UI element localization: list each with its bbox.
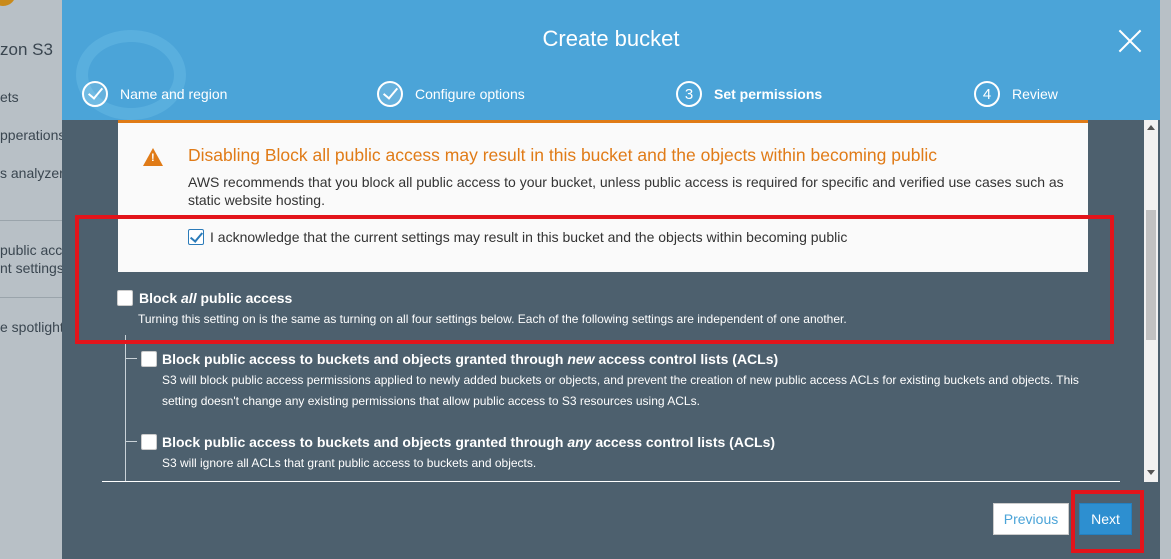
warning-icon: ! xyxy=(143,148,163,166)
check-circle-icon xyxy=(82,81,108,107)
background-sidebar: zon S3 ets pperations s analyzer public … xyxy=(0,0,70,559)
background-divider xyxy=(0,220,62,221)
background-nav-item[interactable]: ets xyxy=(0,89,19,105)
background-nav-item[interactable]: pperations xyxy=(0,127,65,143)
settings-tree-tick xyxy=(125,441,137,442)
step-number: 4 xyxy=(974,81,1000,107)
background-nav-item[interactable]: public acce xyxy=(0,242,70,258)
modal-header: Create bucket Name and region Configure … xyxy=(62,0,1160,120)
check-circle-icon xyxy=(377,81,403,107)
close-icon[interactable] xyxy=(1117,28,1143,54)
step-label: Configure options xyxy=(415,86,525,102)
modal-scrollbar[interactable] xyxy=(1144,120,1158,482)
step-label: Name and region xyxy=(120,86,228,102)
background-nav-item[interactable]: nt settings xyxy=(0,260,64,276)
label-emphasis: any xyxy=(567,434,592,450)
label-text: access control lists (ACLs) xyxy=(594,351,779,367)
block-any-acls-label: Block public access to buckets and objec… xyxy=(162,434,775,450)
block-any-acls-description: S3 will ignore all ACLs that grant publi… xyxy=(162,456,537,470)
warning-text: AWS recommends that you block all public… xyxy=(188,174,1064,208)
highlight-box-block-public-access xyxy=(75,215,1114,344)
label-emphasis: new xyxy=(567,351,595,367)
scroll-up-arrow-icon[interactable] xyxy=(1147,125,1155,130)
label-text: Block public access to buckets and objec… xyxy=(162,434,568,450)
block-new-acls-checkbox[interactable] xyxy=(141,351,157,367)
background-nav-item[interactable]: s analyzer xyxy=(0,165,64,181)
block-any-acls-row: Block public access to buckets and objec… xyxy=(141,434,775,450)
warning-title: Disabling Block all public access may re… xyxy=(188,145,937,165)
previous-button[interactable]: Previous xyxy=(993,503,1069,535)
wizard-steps: Name and region Configure options 3 Set … xyxy=(62,78,1160,110)
scroll-thumb[interactable] xyxy=(1146,210,1156,340)
footer-divider xyxy=(102,481,1120,482)
label-text: Block public access to buckets and objec… xyxy=(162,351,568,367)
scroll-down-arrow-icon[interactable] xyxy=(1147,470,1155,475)
background-divider xyxy=(0,297,62,298)
label-text: access control lists (ACLs) xyxy=(591,434,776,450)
step-label: Review xyxy=(1012,86,1058,102)
block-new-acls-row: Block public access to buckets and objec… xyxy=(141,351,778,367)
step-set-permissions[interactable]: 3 Set permissions xyxy=(676,78,822,110)
step-configure-options[interactable]: Configure options xyxy=(377,78,525,110)
step-name-and-region[interactable]: Name and region xyxy=(82,78,227,110)
modal-title: Create bucket xyxy=(542,26,680,51)
settings-tree-tick xyxy=(125,358,137,359)
step-label: Set permissions xyxy=(714,86,823,102)
block-new-acls-label: Block public access to buckets and objec… xyxy=(162,351,778,367)
step-number: 3 xyxy=(676,81,702,107)
background-service-title: zon S3 xyxy=(0,40,53,59)
highlight-box-next xyxy=(1071,490,1144,553)
block-new-acls-description: S3 will block public access permissions … xyxy=(162,373,1079,408)
background-right-edge xyxy=(1160,0,1171,559)
step-review[interactable]: 4 Review xyxy=(974,78,1058,110)
background-nav-item[interactable]: e spotlight xyxy=(0,319,64,335)
aws-logo-fragment xyxy=(0,0,16,6)
block-any-acls-checkbox[interactable] xyxy=(141,434,157,450)
